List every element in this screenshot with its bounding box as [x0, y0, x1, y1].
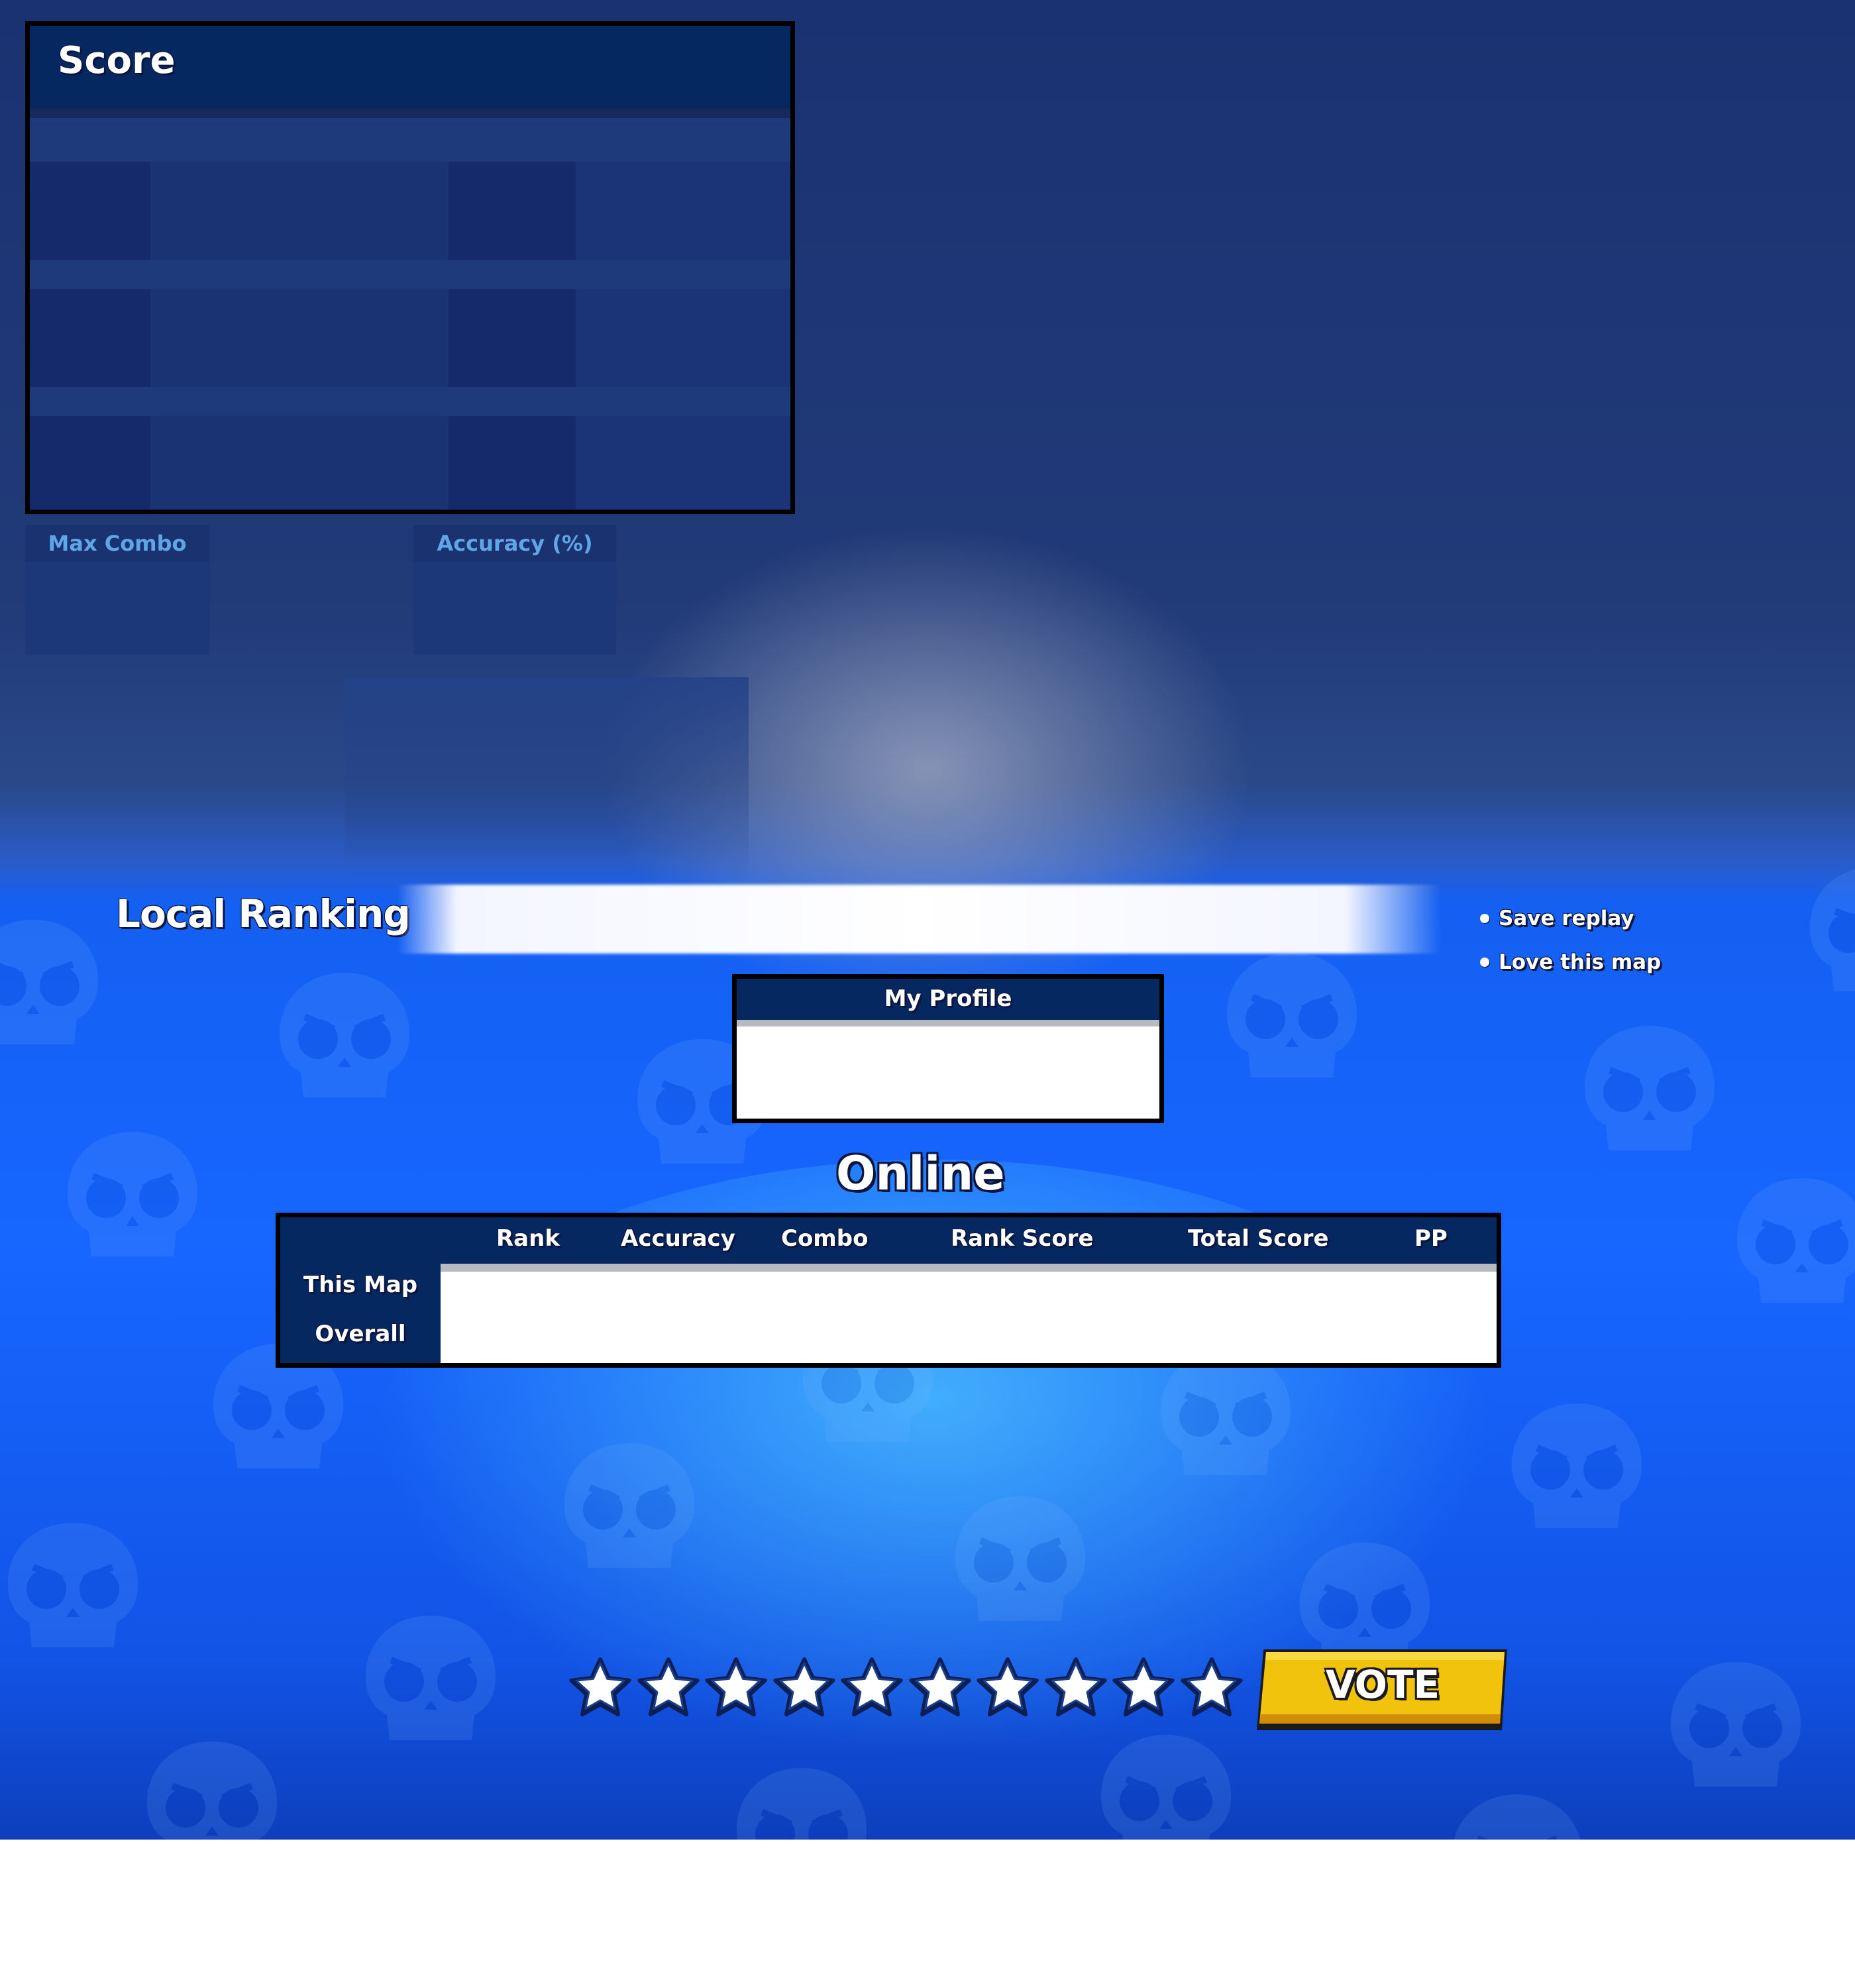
bullet-icon	[1480, 914, 1489, 923]
star-icon[interactable]	[568, 1655, 632, 1719]
skull-icon	[1670, 1662, 1801, 1787]
star-icon[interactable]	[704, 1655, 768, 1719]
skull-icon	[0, 920, 99, 1044]
score-row-gap	[30, 260, 790, 289]
skull-icon	[146, 1741, 278, 1840]
score-header-divider	[30, 109, 790, 118]
accuracy-label: Accuracy (%)	[413, 525, 616, 562]
online-ranking-table: Rank Accuracy Combo Rank Score Total Sco…	[276, 1213, 1501, 1368]
my-profile-panel: My Profile	[732, 974, 1164, 1123]
local-ranking-bar	[398, 885, 1441, 954]
max-combo-label: Max Combo	[25, 525, 209, 562]
row-this-map: This Map	[303, 1272, 418, 1298]
score-cell-icon	[449, 289, 576, 387]
skull-icon	[1226, 953, 1357, 1077]
score-cell-value	[150, 289, 449, 387]
star-icon[interactable]	[637, 1655, 700, 1719]
skull-icon	[1809, 869, 1855, 991]
score-cell-value	[150, 162, 449, 260]
skull-icon	[955, 1496, 1086, 1621]
skull-icon	[7, 1523, 138, 1647]
score-cell-icon	[449, 162, 576, 260]
online-title: Online	[836, 1146, 1005, 1201]
vote-button[interactable]: VOTE	[1254, 1645, 1511, 1733]
bullet-icon	[1480, 958, 1489, 967]
col-rank: Rank	[496, 1225, 560, 1252]
vote-label: VOTE	[1325, 1662, 1440, 1707]
row-overall: Overall	[315, 1321, 406, 1347]
max-combo-box: Max Combo	[25, 525, 209, 655]
skull-icon	[279, 973, 410, 1097]
score-row-gap	[30, 118, 790, 162]
profile-divider	[737, 1020, 1159, 1026]
save-replay-label: Save replay	[1499, 907, 1634, 930]
col-accuracy: Accuracy	[621, 1225, 735, 1252]
col-combo: Combo	[781, 1225, 869, 1252]
star-icon[interactable]	[1044, 1655, 1108, 1719]
score-cell-icon	[30, 289, 150, 387]
score-cell-value	[576, 289, 790, 387]
star-icon[interactable]	[976, 1655, 1039, 1719]
accuracy-box: Accuracy (%)	[413, 525, 616, 655]
grade-panel	[344, 677, 749, 876]
star-icon[interactable]	[1180, 1655, 1244, 1719]
star-icon[interactable]	[1112, 1655, 1175, 1719]
col-rank-score: Rank Score	[951, 1225, 1094, 1252]
score-title: Score	[58, 39, 176, 82]
table-row-labels: This Map Overall	[280, 1264, 441, 1363]
my-profile-title: My Profile	[737, 979, 1159, 1020]
star-icon[interactable]	[772, 1655, 836, 1719]
score-cell-icon	[449, 416, 576, 510]
score-cell-icon	[30, 416, 150, 510]
skull-icon	[1511, 1404, 1642, 1528]
love-map-label: Love this map	[1499, 950, 1662, 974]
skull-icon	[1736, 1178, 1855, 1303]
skull-icon	[1454, 1795, 1580, 1840]
score-panel: Score	[25, 21, 795, 514]
star-icon[interactable]	[908, 1655, 972, 1719]
skull-icon	[365, 1616, 496, 1740]
score-row-gap	[30, 387, 790, 416]
table-divider	[441, 1264, 1497, 1272]
score-header: Score	[30, 26, 790, 109]
score-cell-value	[150, 416, 449, 510]
col-total-score: Total Score	[1188, 1225, 1329, 1252]
local-ranking-title: Local Ranking	[116, 891, 411, 936]
skull-icon	[67, 1132, 198, 1256]
table-header: Rank Accuracy Combo Rank Score Total Sco…	[280, 1217, 1497, 1264]
skull-icon	[1584, 1026, 1715, 1150]
skull-icon	[564, 1443, 695, 1568]
score-cell-value	[576, 416, 790, 510]
save-replay-option[interactable]: Save replay	[1480, 907, 1634, 930]
col-pp: PP	[1414, 1225, 1448, 1252]
results-screen: Score Max Combo Accuracy (%) Local Ranki…	[0, 0, 1855, 1840]
score-cell-icon	[30, 162, 150, 260]
skull-icon	[1100, 1735, 1232, 1840]
star-icon[interactable]	[840, 1655, 904, 1719]
skull-icon	[736, 1768, 867, 1840]
love-map-option[interactable]: Love this map	[1480, 950, 1661, 974]
score-cell-value	[576, 162, 790, 260]
